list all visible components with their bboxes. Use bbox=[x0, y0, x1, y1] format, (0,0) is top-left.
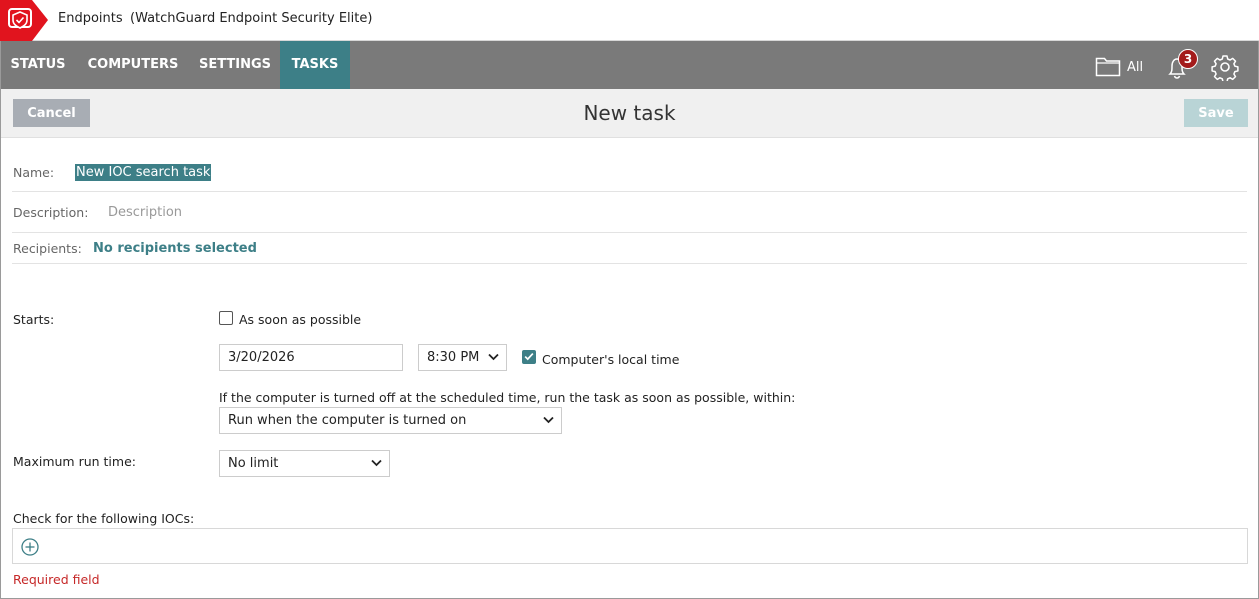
checkmark-icon bbox=[524, 352, 534, 361]
required-field-error: Required field bbox=[13, 572, 100, 587]
recipients-link[interactable]: No recipients selected bbox=[93, 241, 257, 256]
divider bbox=[12, 232, 1247, 233]
ioc-list bbox=[12, 528, 1248, 564]
app-name: Endpoints bbox=[58, 11, 123, 26]
action-bar: New task Cancel Save bbox=[1, 89, 1258, 138]
start-time-value: 8:30 PM bbox=[427, 350, 480, 365]
folder-icon[interactable] bbox=[1095, 55, 1121, 77]
notification-badge[interactable]: 3 bbox=[1178, 49, 1198, 69]
save-button[interactable]: Save bbox=[1184, 99, 1248, 127]
divider bbox=[12, 191, 1247, 192]
folder-filter-label[interactable]: All bbox=[1127, 60, 1143, 75]
starts-label: Starts: bbox=[13, 312, 55, 327]
plus-circle-icon[interactable] bbox=[21, 538, 39, 556]
tab-status[interactable]: STATUS bbox=[1, 41, 75, 89]
main-nav: STATUS COMPUTERS SETTINGS TASKS All 3 bbox=[1, 41, 1258, 89]
max-run-time-label: Maximum run time: bbox=[13, 454, 136, 469]
chevron-down-icon bbox=[371, 459, 382, 467]
local-time-label[interactable]: Computer's local time bbox=[542, 352, 679, 367]
offline-run-value: Run when the computer is turned on bbox=[228, 413, 467, 428]
start-date-input[interactable]: 3/20/2026 bbox=[219, 344, 403, 371]
name-field[interactable]: New IOC search task bbox=[75, 164, 212, 181]
local-time-checkbox[interactable] bbox=[522, 350, 536, 364]
recipients-label: Recipients: bbox=[13, 241, 82, 256]
tab-computers[interactable]: COMPUTERS bbox=[79, 41, 187, 89]
description-label: Description: bbox=[13, 205, 89, 220]
asap-checkbox[interactable] bbox=[219, 311, 233, 325]
offline-instructions: If the computer is turned off at the sch… bbox=[219, 390, 796, 405]
divider bbox=[12, 263, 1247, 264]
offline-run-select[interactable]: Run when the computer is turned on bbox=[219, 407, 562, 434]
max-run-time-select[interactable]: No limit bbox=[219, 450, 390, 477]
shield-check-icon bbox=[0, 0, 48, 41]
title-bar: Endpoints (WatchGuard Endpoint Security … bbox=[0, 0, 1259, 41]
page-title: New task bbox=[583, 101, 676, 125]
chevron-down-icon bbox=[488, 353, 499, 361]
tab-tasks[interactable]: TASKS bbox=[280, 41, 350, 89]
iocs-label: Check for the following IOCs: bbox=[13, 511, 195, 526]
asap-label[interactable]: As soon as possible bbox=[239, 312, 361, 327]
tab-settings[interactable]: SETTINGS bbox=[191, 41, 279, 89]
start-time-select[interactable]: 8:30 PM bbox=[418, 344, 507, 371]
name-label: Name: bbox=[13, 165, 55, 180]
description-field[interactable]: Description bbox=[108, 205, 182, 220]
chevron-down-icon bbox=[543, 416, 554, 424]
gear-icon[interactable] bbox=[1211, 53, 1239, 81]
max-run-time-value: No limit bbox=[228, 456, 279, 471]
cancel-button[interactable]: Cancel bbox=[13, 99, 90, 127]
app-edition: (WatchGuard Endpoint Security Elite) bbox=[130, 11, 373, 26]
